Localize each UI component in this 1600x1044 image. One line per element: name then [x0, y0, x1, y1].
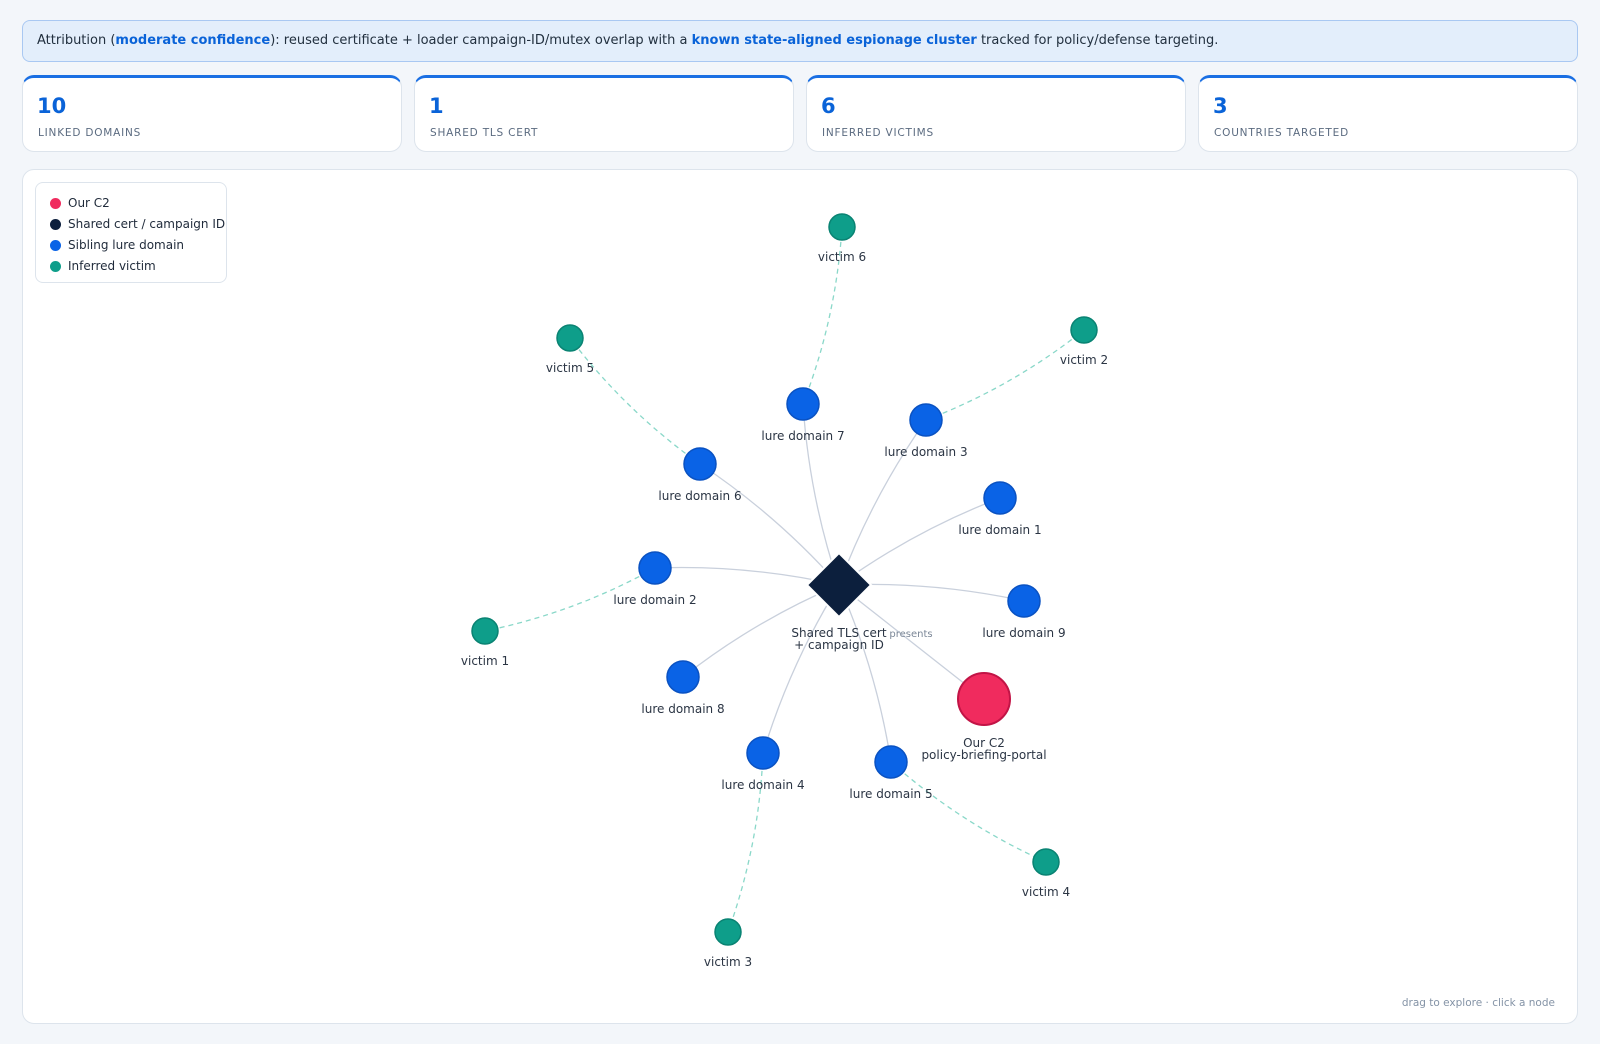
edge-hub-l4: [762, 584, 840, 754]
legend-label: Sibling lure domain: [68, 238, 185, 252]
node-label-l2: lure domain 2: [613, 593, 696, 607]
legend-item-our-c2: Our C2: [36, 193, 226, 214]
graph-svg[interactable]: presents lure domain 1 lure domain 2 lure d…: [23, 170, 1578, 1024]
stat-value: 3: [1213, 94, 1228, 118]
interaction-hint: drag to explore · click a node: [1401, 997, 1555, 1009]
node-label-l9: lure domain 9: [982, 626, 1065, 640]
graph-canvas[interactable]: presents lure domain 1 lure domain 2 lure d…: [22, 169, 1578, 1024]
stat-value: 10: [37, 94, 67, 118]
node-label-v3: victim 3: [704, 955, 752, 969]
node-label-l5: lure domain 5: [849, 787, 932, 801]
node-victim-3[interactable]: [714, 918, 742, 946]
node-victim-2[interactable]: [1070, 316, 1098, 344]
edge-hub-l1: [838, 497, 1001, 586]
stat-card-linked-domains: 10 LINKED DOMAINS: [22, 75, 402, 152]
stat-card-shared-tls-cert: 1 SHARED TLS CERT: [414, 75, 794, 152]
cluster-text: known state-aligned espionage cluster: [691, 33, 977, 48]
node-label-l4: lure domain 4: [721, 778, 804, 792]
edge-l3-v2: [925, 329, 1085, 421]
legend-dot-icon: [50, 240, 61, 251]
node-label-l3: lure domain 3: [884, 445, 967, 459]
edge-l5-v4: [890, 761, 1047, 863]
stat-label: COUNTRIES TARGETED: [1214, 127, 1349, 139]
stat-card-countries-targeted: 3 COUNTRIES TARGETED: [1198, 75, 1578, 152]
legend-dot-icon: [50, 219, 61, 230]
edge-hub-l6: [699, 463, 840, 586]
node-lure-domain-7[interactable]: [786, 387, 820, 421]
stat-label: LINKED DOMAINS: [38, 127, 142, 139]
node-lure-domain-5[interactable]: [874, 745, 908, 779]
legend-dot-icon: [50, 261, 61, 272]
node-victim-4[interactable]: [1032, 848, 1060, 876]
edge-hub-l5: [838, 584, 892, 763]
node-lure-domain-9[interactable]: [1007, 584, 1041, 618]
node-victim-5[interactable]: [556, 324, 584, 352]
stat-value: 1: [429, 94, 444, 118]
stat-card-inferred-victims: 6 INFERRED VICTIMS: [806, 75, 1186, 152]
node-label-v2: victim 2: [1060, 353, 1108, 367]
node-victim-1[interactable]: [471, 617, 499, 645]
node-lure-domain-4[interactable]: [746, 736, 780, 770]
node-our-c2[interactable]: [957, 672, 1011, 726]
node-label-c2-line2: policy-briefing-portal: [921, 748, 1046, 762]
node-lure-domain-6[interactable]: [683, 447, 717, 481]
legend-item-inferred-victim: Inferred victim: [36, 256, 226, 277]
node-lure-domain-8[interactable]: [666, 660, 700, 694]
legend-dot-icon: [50, 198, 61, 209]
node-label-v4: victim 4: [1022, 885, 1070, 899]
node-label-v6: victim 6: [818, 250, 866, 264]
node-lure-domain-3[interactable]: [909, 403, 943, 437]
node-label-l1: lure domain 1: [958, 523, 1041, 537]
node-label-l6: lure domain 6: [658, 489, 741, 503]
stat-value: 6: [821, 94, 836, 118]
node-label-v5: victim 5: [546, 361, 594, 375]
banner-prefix: Attribution (: [37, 33, 116, 48]
legend-label: Our C2: [68, 196, 110, 210]
legend-item-shared-cert: Shared cert / campaign ID: [36, 214, 226, 235]
legend: Our C2 Shared cert / campaign ID Sibling…: [35, 182, 227, 283]
edge-l6-v5: [569, 337, 701, 465]
node-victim-6[interactable]: [828, 213, 856, 241]
legend-label: Inferred victim: [68, 259, 156, 273]
confidence-text: moderate confidence: [115, 33, 271, 48]
node-lure-domain-1[interactable]: [983, 481, 1017, 515]
banner-middle: ): reused certificate + loader campaign-…: [270, 33, 692, 48]
stat-label: INFERRED VICTIMS: [822, 127, 934, 139]
legend-label: Shared cert / campaign ID: [68, 217, 226, 231]
stat-label: SHARED TLS CERT: [430, 127, 539, 139]
edge-label-presents: presents: [889, 629, 932, 640]
node-lure-domain-2[interactable]: [638, 551, 672, 585]
node-label-hub-line2: + campaign ID: [794, 638, 884, 652]
banner-suffix: tracked for policy/defense targeting.: [976, 33, 1219, 48]
node-shared-cert-hub[interactable]: [805, 551, 873, 619]
legend-item-sibling-lure: Sibling lure domain: [36, 235, 226, 256]
attribution-banner: Attribution (moderate confidence): reuse…: [22, 20, 1578, 62]
node-label-v1: victim 1: [461, 654, 509, 668]
node-label-l8: lure domain 8: [641, 702, 724, 716]
node-label-l7: lure domain 7: [761, 429, 844, 443]
